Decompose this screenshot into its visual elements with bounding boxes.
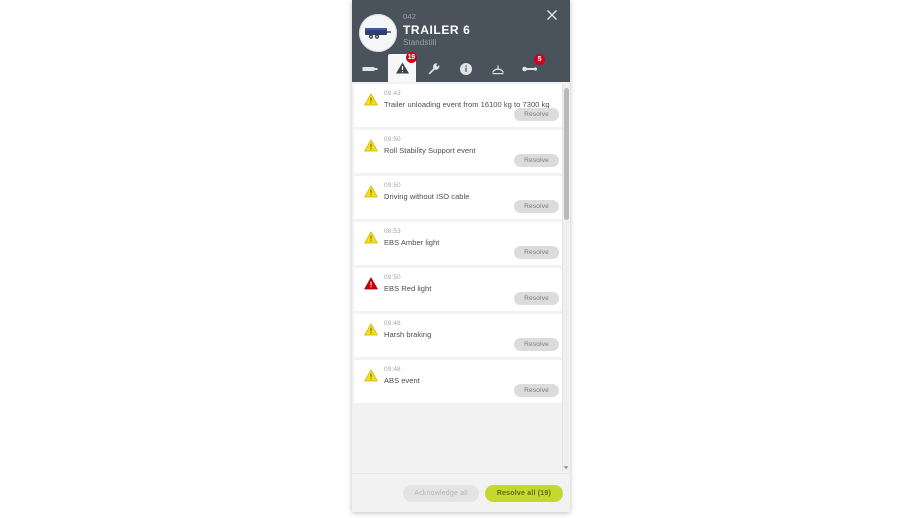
acknowledge-all-button[interactable]: Acknowledge all [403, 484, 479, 502]
event-time: 09:50 [384, 136, 401, 143]
warning-triangle-icon [364, 93, 378, 106]
avatar [359, 14, 397, 52]
tab-info[interactable] [452, 56, 480, 82]
status-text: Standstill [403, 37, 437, 47]
resolve-button[interactable]: Resolve [514, 292, 559, 305]
tab-axle-badge: 5 [534, 54, 545, 65]
list-item[interactable]: 09:50 EBS Red light Resolve [354, 268, 568, 311]
icon-tab-bar: 19 5 [352, 52, 570, 82]
resolve-button[interactable]: Resolve [514, 108, 559, 121]
event-time: 09:43 [384, 90, 401, 97]
info-circle-icon [459, 62, 473, 76]
event-time: 09:50 [384, 182, 401, 189]
warning-triangle-icon [364, 323, 378, 336]
chevron-down-icon [563, 465, 569, 470]
list-item[interactable]: 09:50 Driving without ISO cable Resolve [354, 176, 568, 219]
tab-service[interactable] [420, 56, 448, 82]
trailer-side-icon [362, 64, 378, 74]
tab-tyre[interactable] [484, 56, 512, 82]
resolve-button[interactable]: Resolve [514, 154, 559, 167]
event-time: 09:48 [384, 320, 401, 327]
resolve-button[interactable]: Resolve [514, 246, 559, 259]
event-time: 09:50 [384, 274, 401, 281]
critical-warning-triangle-icon [364, 277, 378, 290]
tab-axle[interactable]: 5 [516, 54, 545, 82]
list-item[interactable]: 09:43 Trailer unloading event from 16100… [354, 84, 568, 127]
event-list[interactable]: 09:43 Trailer unloading event from 16100… [354, 84, 568, 473]
tab-overview[interactable] [356, 56, 384, 82]
event-time: 08:53 [384, 228, 401, 235]
trailer-icon [363, 25, 393, 41]
close-icon [546, 9, 562, 21]
panel-header: 042 TRAILER 6 Standstill [352, 0, 570, 52]
list-item[interactable]: 08:53 EBS Amber light Resolve [354, 222, 568, 265]
page-title: TRAILER 6 [403, 22, 471, 37]
resolve-button[interactable]: Resolve [514, 338, 559, 351]
scroll-down-arrow[interactable] [563, 464, 569, 471]
warning-triangle-icon [364, 231, 378, 244]
fleet-number: 042 [403, 12, 417, 21]
list-item[interactable]: 09:48 ABS event Resolve [354, 360, 568, 403]
tyre-pressure-icon [491, 62, 505, 76]
warning-triangle-icon [364, 185, 378, 198]
resolve-all-button[interactable]: Resolve all (19) [484, 484, 563, 502]
event-time: 09:48 [384, 366, 401, 373]
wrench-icon [427, 62, 441, 76]
warning-triangle-icon [364, 139, 378, 152]
list-item[interactable]: 09:48 Harsh braking Resolve [354, 314, 568, 357]
close-button[interactable] [546, 9, 562, 25]
scrollbar-thumb[interactable] [564, 88, 569, 220]
resolve-button[interactable]: Resolve [514, 200, 559, 213]
tab-events-badge: 19 [405, 52, 417, 63]
list-item[interactable]: 09:50 Roll Stability Support event Resol… [354, 130, 568, 173]
event-list-container: 09:43 Trailer unloading event from 16100… [352, 82, 570, 473]
resolve-button[interactable]: Resolve [514, 384, 559, 397]
warning-triangle-icon [395, 61, 410, 75]
tab-events[interactable]: 19 [388, 52, 417, 82]
screenshot-root: 042 TRAILER 6 Standstill 19 5 09:43 Trai… [0, 0, 921, 518]
panel-footer: Acknowledge all Resolve all (19) [352, 473, 570, 512]
axle-icon [522, 64, 538, 74]
header-text-block: 042 TRAILER 6 Standstill [403, 13, 470, 47]
trailer-detail-panel: 042 TRAILER 6 Standstill 19 5 09:43 Trai… [352, 0, 570, 512]
warning-triangle-icon [364, 369, 378, 382]
scrollbar[interactable] [562, 84, 569, 471]
